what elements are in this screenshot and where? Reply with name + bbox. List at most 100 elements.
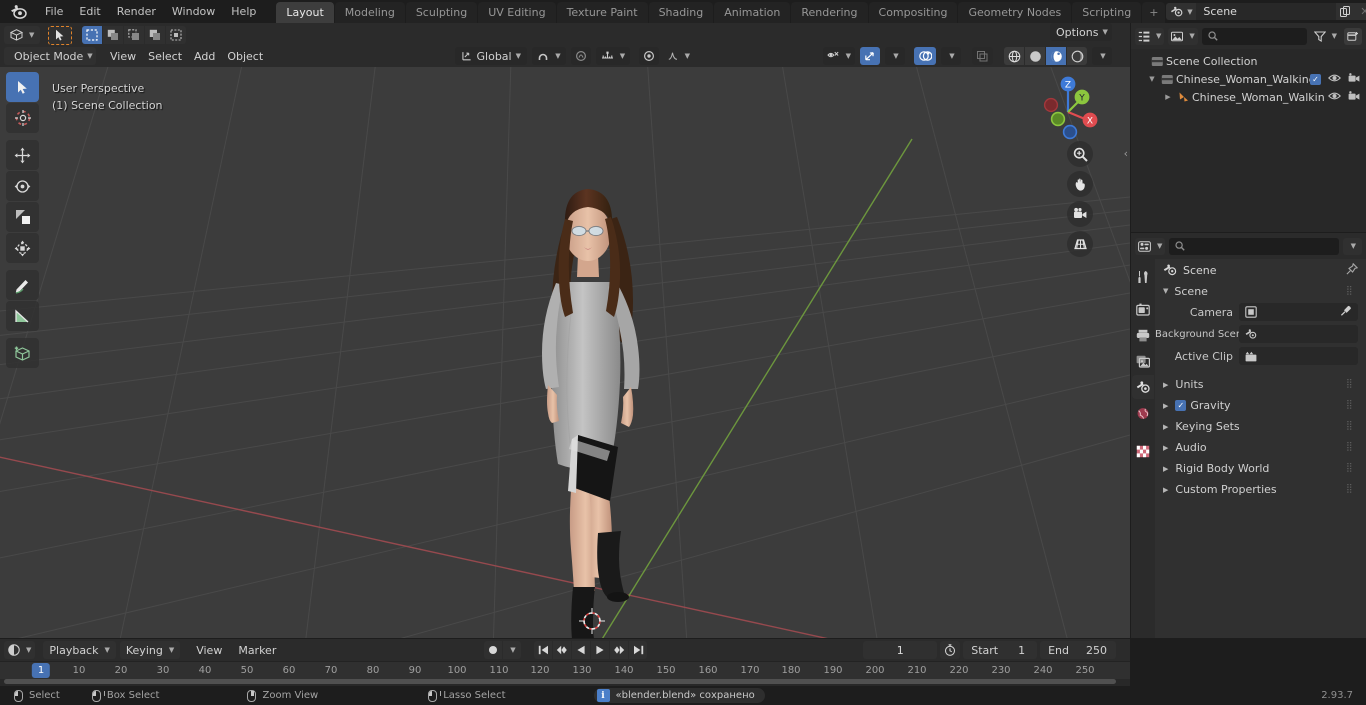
properties-options-dropdown[interactable]: ▼ xyxy=(1342,237,1362,255)
active-clip-field[interactable] xyxy=(1239,347,1358,365)
pan-view-button[interactable] xyxy=(1067,171,1093,197)
tab-texture-paint[interactable]: Texture Paint xyxy=(556,2,648,23)
outliner-row-object[interactable]: ▶ Chinese_Woman_Walkin xyxy=(1131,88,1366,106)
tab-layout[interactable]: Layout xyxy=(276,2,334,23)
tab-animation[interactable]: Animation xyxy=(714,2,791,23)
section-gravity[interactable]: ▶ ✓ Gravity ⣿ xyxy=(1155,395,1366,416)
viewport-menu-add[interactable]: Add xyxy=(188,47,221,65)
blender-logo-icon[interactable] xyxy=(10,3,27,21)
rotate-tool[interactable] xyxy=(6,171,39,201)
visibility-eye-icon[interactable] xyxy=(1328,73,1341,86)
exclude-checkbox[interactable]: ✓ xyxy=(1310,73,1321,85)
previous-keyframe-button[interactable] xyxy=(553,641,571,659)
tab-compositing[interactable]: Compositing xyxy=(868,2,958,23)
properties-search-input[interactable] xyxy=(1169,237,1339,255)
jump-to-start-button[interactable] xyxy=(534,641,552,659)
editor-type-3dview-icon[interactable]: ▼ xyxy=(4,26,41,44)
section-units[interactable]: ▶ Units ⣿ xyxy=(1155,374,1366,395)
timeline-menu-marker[interactable]: Marker xyxy=(232,641,282,659)
proportional-edit-icon[interactable] xyxy=(571,47,591,65)
overlays-icon[interactable] xyxy=(914,47,936,65)
tab-shading[interactable]: Shading xyxy=(648,2,714,23)
background-scene-field[interactable] xyxy=(1239,325,1358,343)
end-value[interactable]: 250 xyxy=(1077,641,1116,659)
gizmo-icon[interactable] xyxy=(860,47,880,65)
chevron-right-icon[interactable]: ▶ xyxy=(1163,423,1168,431)
stopwatch-icon[interactable] xyxy=(940,641,961,659)
xray-icon[interactable] xyxy=(972,47,993,65)
menu-window[interactable]: Window xyxy=(164,2,223,21)
proportional-toggle-icon[interactable] xyxy=(639,47,659,65)
timeline-scrollbar[interactable] xyxy=(4,679,1116,684)
menu-file[interactable]: File xyxy=(37,2,71,21)
properties-tab-world[interactable] xyxy=(1132,401,1154,425)
properties-tab-view-layer[interactable] xyxy=(1132,349,1154,373)
add-workspace-button[interactable]: + xyxy=(1142,2,1166,23)
select-intersect-icon[interactable] xyxy=(166,26,187,44)
select-subtract-icon[interactable] xyxy=(124,26,145,44)
options-button[interactable]: Options ▼ xyxy=(1050,23,1112,41)
select-mode-group[interactable] xyxy=(82,26,187,44)
visibility-eye-icon[interactable] xyxy=(1328,91,1341,104)
outliner-display-mode-icon[interactable]: ▼ xyxy=(1168,27,1198,45)
falloff-smooth-icon[interactable]: ▼ xyxy=(664,47,694,65)
navigation-gizmo[interactable]: Z Y X xyxy=(1032,72,1108,148)
section-audio[interactable]: ▶ Audio ⣿ xyxy=(1155,437,1366,458)
properties-tab-render[interactable] xyxy=(1132,297,1154,321)
play-button[interactable] xyxy=(591,641,609,659)
gravity-checkbox[interactable]: ✓ xyxy=(1175,400,1187,411)
section-keying-sets[interactable]: ▶ Keying Sets ⣿ xyxy=(1155,416,1366,437)
menu-help[interactable]: Help xyxy=(223,2,264,21)
chevron-left-icon[interactable]: ‹ xyxy=(1124,147,1128,160)
record-dot-icon[interactable] xyxy=(484,641,502,659)
tab-sculpting[interactable]: Sculpting xyxy=(405,2,478,23)
shading-rendered-icon[interactable] xyxy=(1067,47,1087,65)
scene-name-field[interactable]: Scene xyxy=(1196,3,1337,20)
auto-key-dropdown[interactable]: ▼ xyxy=(503,641,521,659)
chevron-down-icon[interactable]: ▼ xyxy=(1163,287,1168,295)
render-camera-icon[interactable] xyxy=(1348,72,1360,86)
chevron-right-icon[interactable]: ▶ xyxy=(1163,444,1168,452)
chevron-right-icon[interactable]: ▶ xyxy=(1163,402,1168,410)
eyedropper-icon[interactable] xyxy=(1340,305,1352,320)
gizmo-dropdown[interactable]: ▼ xyxy=(885,47,905,65)
menu-edit[interactable]: Edit xyxy=(71,2,108,21)
jump-to-end-button[interactable] xyxy=(629,641,647,659)
transform-tool[interactable] xyxy=(6,233,39,263)
start-frame-group[interactable]: Start 1 xyxy=(963,641,1038,659)
3d-viewport[interactable]: User Perspective (1) Scene Collection Z … xyxy=(0,67,1130,638)
overlays-dropdown[interactable]: ▼ xyxy=(941,47,961,65)
timeline-menu-view[interactable]: View xyxy=(190,641,228,659)
measure-tool[interactable] xyxy=(6,301,39,331)
transform-orientation-selector[interactable]: Global ▼ xyxy=(455,47,527,65)
camera-view-button[interactable] xyxy=(1067,201,1093,227)
viewport-menu-select[interactable]: Select xyxy=(142,47,188,65)
new-collection-icon[interactable] xyxy=(1344,27,1362,45)
outliner-search-input[interactable] xyxy=(1201,27,1307,45)
timeline-editor-type-icon[interactable]: ▼ xyxy=(4,641,36,659)
chevron-right-icon[interactable]: ▶ xyxy=(1163,486,1168,494)
current-frame-field[interactable]: 1 xyxy=(863,641,938,659)
viewport-menu-view[interactable]: View xyxy=(104,47,142,65)
filter-icon[interactable]: ▼ xyxy=(1311,28,1340,45)
select-extend-icon[interactable] xyxy=(103,26,124,44)
outliner-row-scene-collection[interactable]: Scene Collection xyxy=(1131,52,1366,70)
tab-rendering[interactable]: Rendering xyxy=(791,2,868,23)
camera-field[interactable] xyxy=(1239,303,1358,321)
tab-scripting[interactable]: Scripting xyxy=(1072,2,1142,23)
tweak-tool[interactable] xyxy=(6,72,39,102)
properties-editor-type-icon[interactable]: ▼ xyxy=(1135,237,1166,255)
timeline-menu-playback[interactable]: Playback ▼ xyxy=(43,641,116,659)
snap-magnet-icon[interactable]: ▼ xyxy=(532,47,566,65)
pin-icon[interactable] xyxy=(1346,262,1359,278)
scene-panel-header[interactable]: ▼ Scene ⣿ xyxy=(1155,281,1366,301)
cursor-tool[interactable] xyxy=(6,103,39,133)
playhead[interactable]: 1 xyxy=(31,663,51,678)
status-message[interactable]: i «blender.blend» сохранено xyxy=(593,688,765,703)
annotate-tool[interactable] xyxy=(6,270,39,300)
properties-tab-tool[interactable] xyxy=(1132,265,1154,289)
tab-geometry-nodes[interactable]: Geometry Nodes xyxy=(958,2,1072,23)
new-scene-button[interactable] xyxy=(1336,3,1356,20)
menu-render[interactable]: Render xyxy=(109,2,164,21)
section-custom-properties[interactable]: ▶ Custom Properties ⣿ xyxy=(1155,479,1366,500)
